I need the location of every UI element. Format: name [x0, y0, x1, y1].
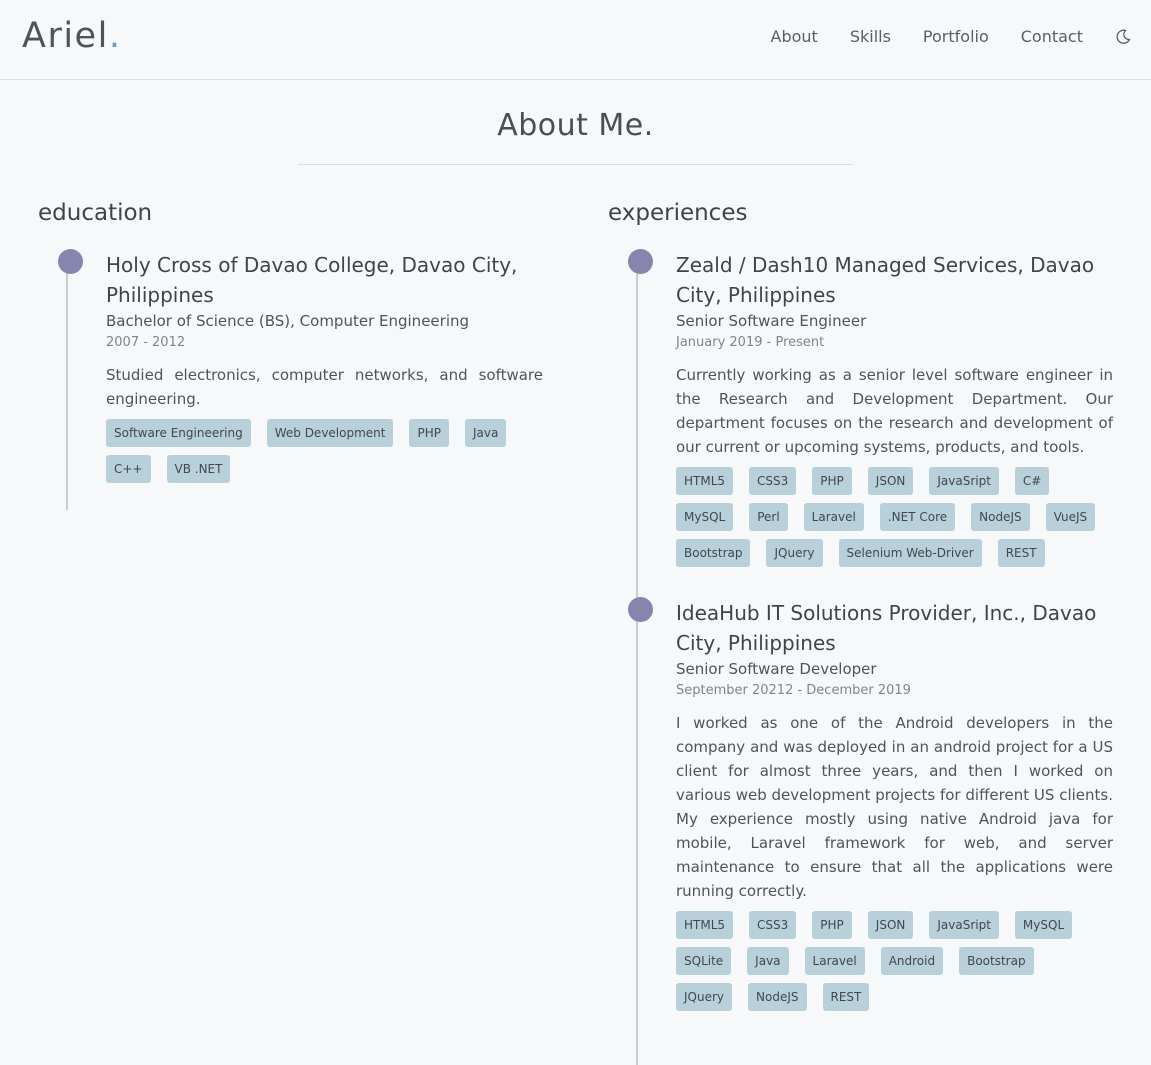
tag: VueJS	[1045, 503, 1096, 531]
company-name: Zeald / Dash10 Managed Services, Davao C…	[676, 253, 1095, 307]
experiences-timeline: Zeald / Dash10 Managed Services, Davao C…	[608, 249, 1113, 1065]
degree: Bachelor of Science (BS), Computer Engin…	[106, 312, 470, 330]
description: Studied electronics, computer networks, …	[106, 366, 543, 408]
tag: Android	[880, 947, 944, 975]
nav-about[interactable]: About	[771, 27, 818, 46]
tag: C++	[106, 455, 151, 483]
tag: Bootstrap	[959, 947, 1034, 975]
nav-portfolio[interactable]: Portfolio	[923, 27, 989, 46]
tag: NodeJS	[971, 503, 1030, 531]
timeline-line	[66, 265, 68, 510]
tag: Java	[747, 947, 789, 975]
tag: Laravel	[803, 503, 864, 531]
tag-list: HTML5 CSS3 PHP JSON JavaSript MySQL SQLi…	[676, 911, 1113, 1019]
tag: HTML5	[676, 911, 734, 939]
description: Currently working as a senior level soft…	[676, 366, 1113, 456]
tag: Bootstrap	[676, 539, 751, 567]
logo-dot: .	[108, 16, 122, 56]
experience-entry: IdeaHub IT Solutions Provider, Inc., Dav…	[628, 597, 1113, 1019]
tag: C#	[1014, 467, 1050, 495]
tag: Web Development	[266, 419, 394, 447]
tag: MySQL	[676, 503, 734, 531]
tag: CSS3	[749, 467, 797, 495]
school-name: Holy Cross of Davao College, Davao City,…	[106, 253, 518, 307]
moon-icon[interactable]	[1115, 29, 1131, 45]
education-section: education Holy Cross of Davao College, D…	[38, 200, 543, 510]
date-range: 2007 - 2012	[106, 335, 186, 350]
tag: Software Engineering	[106, 419, 251, 447]
tag: REST	[997, 539, 1045, 567]
tag: REST	[822, 983, 870, 1011]
company-name: IdeaHub IT Solutions Provider, Inc., Dav…	[676, 601, 1097, 655]
tag: JavaSript	[929, 467, 999, 495]
experiences-heading: experiences	[608, 200, 748, 226]
tag: JQuery	[766, 539, 823, 567]
tag: PHP	[812, 467, 852, 495]
tag: JSON	[867, 911, 914, 939]
tag: MySQL	[1014, 911, 1073, 939]
tag: Laravel	[804, 947, 865, 975]
education-heading: education	[38, 200, 153, 226]
tag: PHP	[409, 419, 449, 447]
experiences-section: experiences Zeald / Dash10 Managed Servi…	[608, 200, 1113, 1065]
tag: JQuery	[676, 983, 733, 1011]
date-range: January 2019 - Present	[676, 335, 825, 350]
timeline-bullet	[58, 249, 83, 274]
tag: JavaSript	[929, 911, 999, 939]
experience-entry: Zeald / Dash10 Managed Services, Davao C…	[628, 249, 1113, 575]
nav-contact[interactable]: Contact	[1021, 27, 1083, 46]
tag-list: Software Engineering Web Development PHP…	[106, 419, 543, 491]
nav-skills[interactable]: Skills	[850, 27, 891, 46]
tag: PHP	[812, 911, 852, 939]
job-title: Senior Software Developer	[676, 660, 877, 678]
tag: HTML5	[676, 467, 734, 495]
main-nav: About Skills Portfolio Contact	[739, 27, 1131, 46]
tag-list: HTML5 CSS3 PHP JSON JavaSript C# MySQL P…	[676, 467, 1113, 575]
date-range: September 20212 - December 2019	[676, 683, 911, 698]
tag: NodeJS	[748, 983, 807, 1011]
tag: SQLite	[676, 947, 732, 975]
site-header: Ariel. About Skills Portfolio Contact	[0, 0, 1151, 80]
tag: .NET Core	[879, 503, 956, 531]
education-entry: Holy Cross of Davao College, Davao City,…	[58, 249, 543, 491]
tag: Java	[464, 419, 507, 447]
tag: JSON	[867, 467, 914, 495]
timeline-bullet	[628, 597, 653, 622]
logo[interactable]: Ariel.	[22, 16, 121, 56]
education-timeline: Holy Cross of Davao College, Davao City,…	[38, 249, 543, 510]
title-divider	[298, 164, 853, 165]
tag: Selenium Web-Driver	[838, 539, 982, 567]
timeline-line	[636, 265, 638, 1065]
job-title: Senior Software Engineer	[676, 312, 867, 330]
page-title: About Me.	[497, 108, 654, 143]
tag: Perl	[749, 503, 788, 531]
logo-text: Ariel	[22, 16, 109, 56]
timeline-bullet	[628, 249, 653, 274]
tag: VB .NET	[166, 455, 231, 483]
tag: CSS3	[749, 911, 797, 939]
description: I worked as one of the Android developer…	[676, 714, 1113, 900]
